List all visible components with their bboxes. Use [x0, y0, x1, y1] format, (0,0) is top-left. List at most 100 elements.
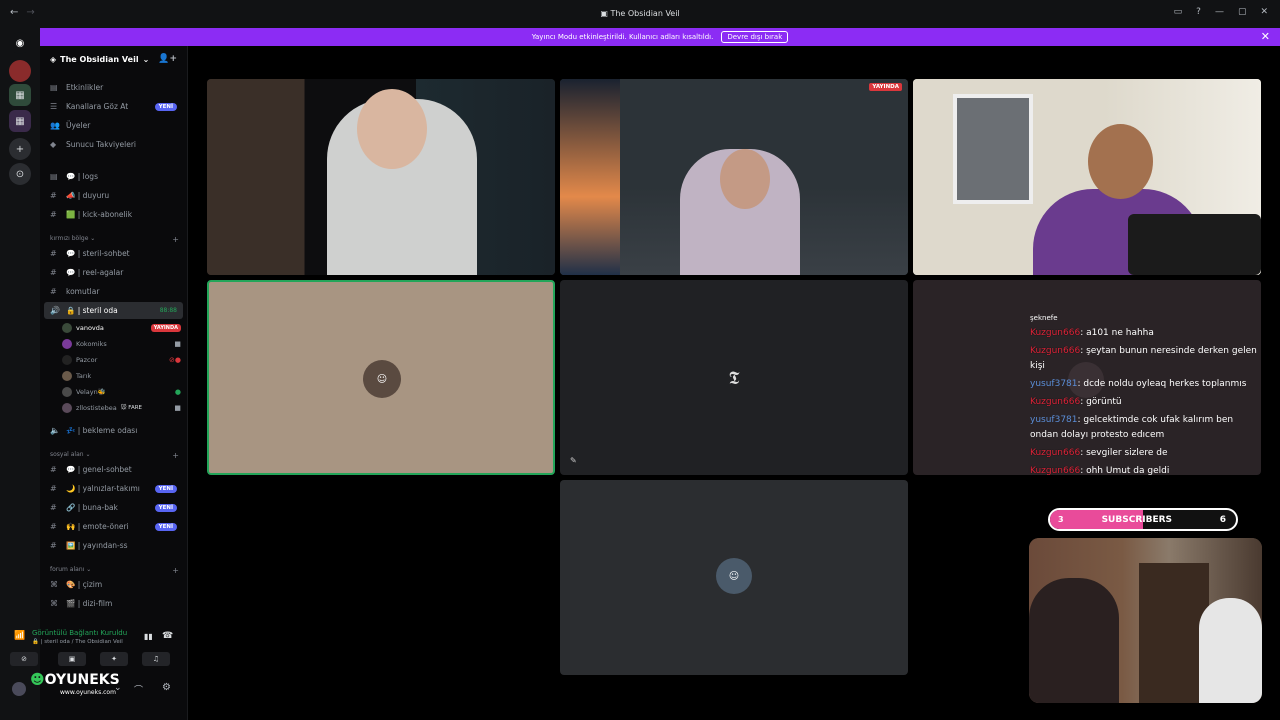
- channel-yayindan-ss[interactable]: # 🖼️ | yayından-ss: [44, 537, 183, 554]
- video-tile-2[interactable]: YAYINDA: [560, 79, 908, 275]
- channel-steril-sohbet[interactable]: # 💬 | steril-sohbet: [44, 245, 183, 262]
- nav-events[interactable]: ▤ Etkinlikler: [44, 79, 183, 96]
- user-avatar[interactable]: [12, 682, 26, 696]
- brand-name: OYUNEKS: [44, 672, 120, 688]
- nav-label: Etkinlikler: [66, 83, 104, 92]
- activity-icon: ●: [174, 387, 181, 396]
- member-name: Tarık: [76, 371, 92, 380]
- channel-cizim[interactable]: ⌘ 🎨 | çizim: [44, 576, 183, 593]
- channel-duyuru[interactable]: # 📣 | duyuru: [44, 187, 183, 204]
- add-channel-icon[interactable]: +: [172, 235, 179, 244]
- deafened-icon: ✎: [570, 456, 577, 465]
- avatar: [62, 370, 72, 381]
- soundboard-icon: ♫: [152, 655, 160, 663]
- disconnect-icon[interactable]: ☎: [162, 631, 173, 641]
- close-icon[interactable]: ✕: [1260, 7, 1268, 17]
- voice-connection-panel: 📶 Görüntülü Bağlantı Kuruldu 🔒 | steril …: [6, 626, 182, 674]
- user-avatar: ☺: [716, 558, 752, 594]
- server-folder-icon-2[interactable]: ▦: [9, 110, 31, 132]
- help-icon[interactable]: ?: [1196, 7, 1201, 17]
- video-tile-speaking[interactable]: ☺: [207, 280, 555, 475]
- maximize-icon[interactable]: ▢: [1238, 7, 1247, 17]
- channel-label: 🙌 | emote-öneri: [66, 522, 129, 531]
- connection-status[interactable]: Görüntülü Bağlantı Kuruldu: [32, 629, 127, 637]
- voice-member[interactable]: vanovda YAYINDA: [62, 320, 181, 335]
- channel-sidebar: ◈ The Obsidian Veil ⌄ 👤+ ▤ Etkinlikler ☰ K…: [40, 46, 188, 720]
- channel-yalnizlar-takimi[interactable]: # 🌙 | yalnızlar-takımı YENİ: [44, 480, 183, 497]
- server-folder-icon[interactable]: ▦: [9, 84, 31, 106]
- window-controls: ▭ ? — ▢ ✕: [1174, 7, 1268, 17]
- video-tile-1[interactable]: [207, 79, 555, 275]
- close-banner-icon[interactable]: ✕: [1261, 30, 1270, 43]
- channel-label: 💬 | genel-sohbet: [66, 465, 132, 474]
- voice-channel-bekleme[interactable]: 🔈 💤 | bekleme odası: [44, 422, 183, 439]
- channel-label: 🖼️ | yayından-ss: [66, 541, 128, 550]
- chat-text: : ohh Umut da geldi: [1080, 466, 1170, 476]
- channel-label: 💬 | logs: [66, 172, 98, 181]
- add-channel-icon[interactable]: +: [172, 566, 179, 575]
- activities-button[interactable]: ✦: [100, 652, 128, 666]
- add-channel-icon[interactable]: +: [172, 451, 179, 460]
- invite-icon[interactable]: 👤+: [158, 54, 177, 64]
- add-server-icon[interactable]: +: [9, 138, 31, 160]
- noise-suppression-icon[interactable]: ▮▮: [144, 632, 153, 641]
- streamer-mode-banner: Yayıncı Modu etkinleştirildi. Kullanıcı …: [40, 28, 1280, 46]
- channel-buna-bak[interactable]: # 🔗 | buna-bak YENİ: [44, 499, 183, 516]
- disable-streamer-mode-button[interactable]: Devre dışı bırak: [721, 31, 789, 43]
- voice-member[interactable]: Kokomiks ■: [62, 336, 181, 351]
- channel-komutlar[interactable]: # komutlar: [44, 283, 183, 300]
- category-sosyal-alan[interactable]: sosyal alan ⌄ +: [50, 451, 179, 460]
- category-label: sosyal alan: [50, 451, 84, 458]
- voice-member[interactable]: Velayn🐝 ●: [62, 384, 181, 399]
- soundboard-button[interactable]: ♫: [142, 652, 170, 666]
- channel-label: 🔗 | buna-bak: [66, 503, 118, 512]
- camera-off-icon: ⊘: [21, 655, 27, 663]
- members-icon: 👥: [50, 121, 60, 130]
- video-tile-audio-2[interactable]: ☺: [560, 480, 908, 675]
- chat-line: yusuf3781: dcde noldu oyleaq herkes topl…: [1030, 377, 1262, 392]
- subs-current: 3: [1058, 515, 1064, 524]
- channel-dizi-film[interactable]: ⌘ 🎬 | dizi-film: [44, 595, 183, 612]
- voice-channel-steril-oda[interactable]: 🔊 🔒 | steril oda 88:88: [44, 302, 183, 319]
- server-icon-1[interactable]: [9, 60, 31, 82]
- mug-shape: [1128, 214, 1261, 275]
- category-forum-alani[interactable]: forum alanı ⌄ +: [50, 566, 179, 575]
- channel-reel-agalar[interactable]: # 💬 | reel-agalar: [44, 264, 183, 281]
- person-left: [1029, 578, 1119, 703]
- channel-kick-abonelik[interactable]: # 🟩 | kick-abonelik: [44, 206, 183, 223]
- hash-icon: #: [50, 465, 57, 474]
- chevron-down-icon: ⌄: [142, 54, 150, 64]
- channel-logs[interactable]: ▤ 💬 | logs: [44, 168, 183, 185]
- discover-icon[interactable]: ⊙: [9, 163, 31, 185]
- camera-toggle-button[interactable]: ⊘: [10, 652, 38, 666]
- server-header[interactable]: ◈ The Obsidian Veil ⌄ 👤+: [40, 46, 187, 72]
- member-name: Velayn🐝: [76, 387, 106, 396]
- headphones-icon[interactable]: ⌒: [134, 683, 143, 696]
- chat-user: Kuzgun666: [1030, 466, 1081, 476]
- nav-server-boosts[interactable]: ◆ Sunucu Takviyeleri: [44, 136, 183, 153]
- video-tile-3[interactable]: [913, 79, 1261, 275]
- subscriber-goal-bar: 3 SUBSCRIBERS 6: [1048, 508, 1238, 531]
- voice-member[interactable]: Pazcor ⊘●: [62, 352, 181, 367]
- screen-share-button[interactable]: ▣: [58, 652, 86, 666]
- video-tile-audio[interactable]: 𝕿 ✎: [560, 280, 908, 475]
- minimize-icon[interactable]: —: [1215, 7, 1224, 17]
- channel-label: 💤 | bekleme odası: [66, 426, 138, 435]
- channel-emote-oneri[interactable]: # 🙌 | emote-öneri YENİ: [44, 518, 183, 535]
- category-kirmizi-bolge[interactable]: kırmızı bölge ⌄ +: [50, 235, 179, 244]
- channel-genel-sohbet[interactable]: # 💬 | genel-sohbet: [44, 461, 183, 478]
- forum-icon: ⌘: [50, 599, 58, 608]
- settings-gear-icon[interactable]: ⚙: [162, 682, 171, 693]
- voice-member[interactable]: Tarık: [62, 368, 181, 383]
- chat-line: yusuf3781: gelcektimde cok ufak kalırım …: [1030, 413, 1262, 443]
- inbox-icon[interactable]: ▭: [1174, 7, 1183, 17]
- nav-browse-channels[interactable]: ☰ Kanallara Göz At YENİ: [44, 98, 183, 115]
- hash-icon: #: [50, 522, 57, 531]
- voice-member[interactable]: zllostistebea 🐭 FARE ■: [62, 400, 181, 415]
- discord-home-icon[interactable]: ◉: [9, 32, 31, 54]
- nav-members[interactable]: 👥 Üyeler: [44, 117, 183, 134]
- brand-url: www.oyuneks.com: [60, 689, 116, 696]
- channel-label: komutlar: [66, 287, 100, 296]
- boost-icon: ◆: [50, 140, 57, 149]
- camera-icon: ■: [174, 403, 181, 412]
